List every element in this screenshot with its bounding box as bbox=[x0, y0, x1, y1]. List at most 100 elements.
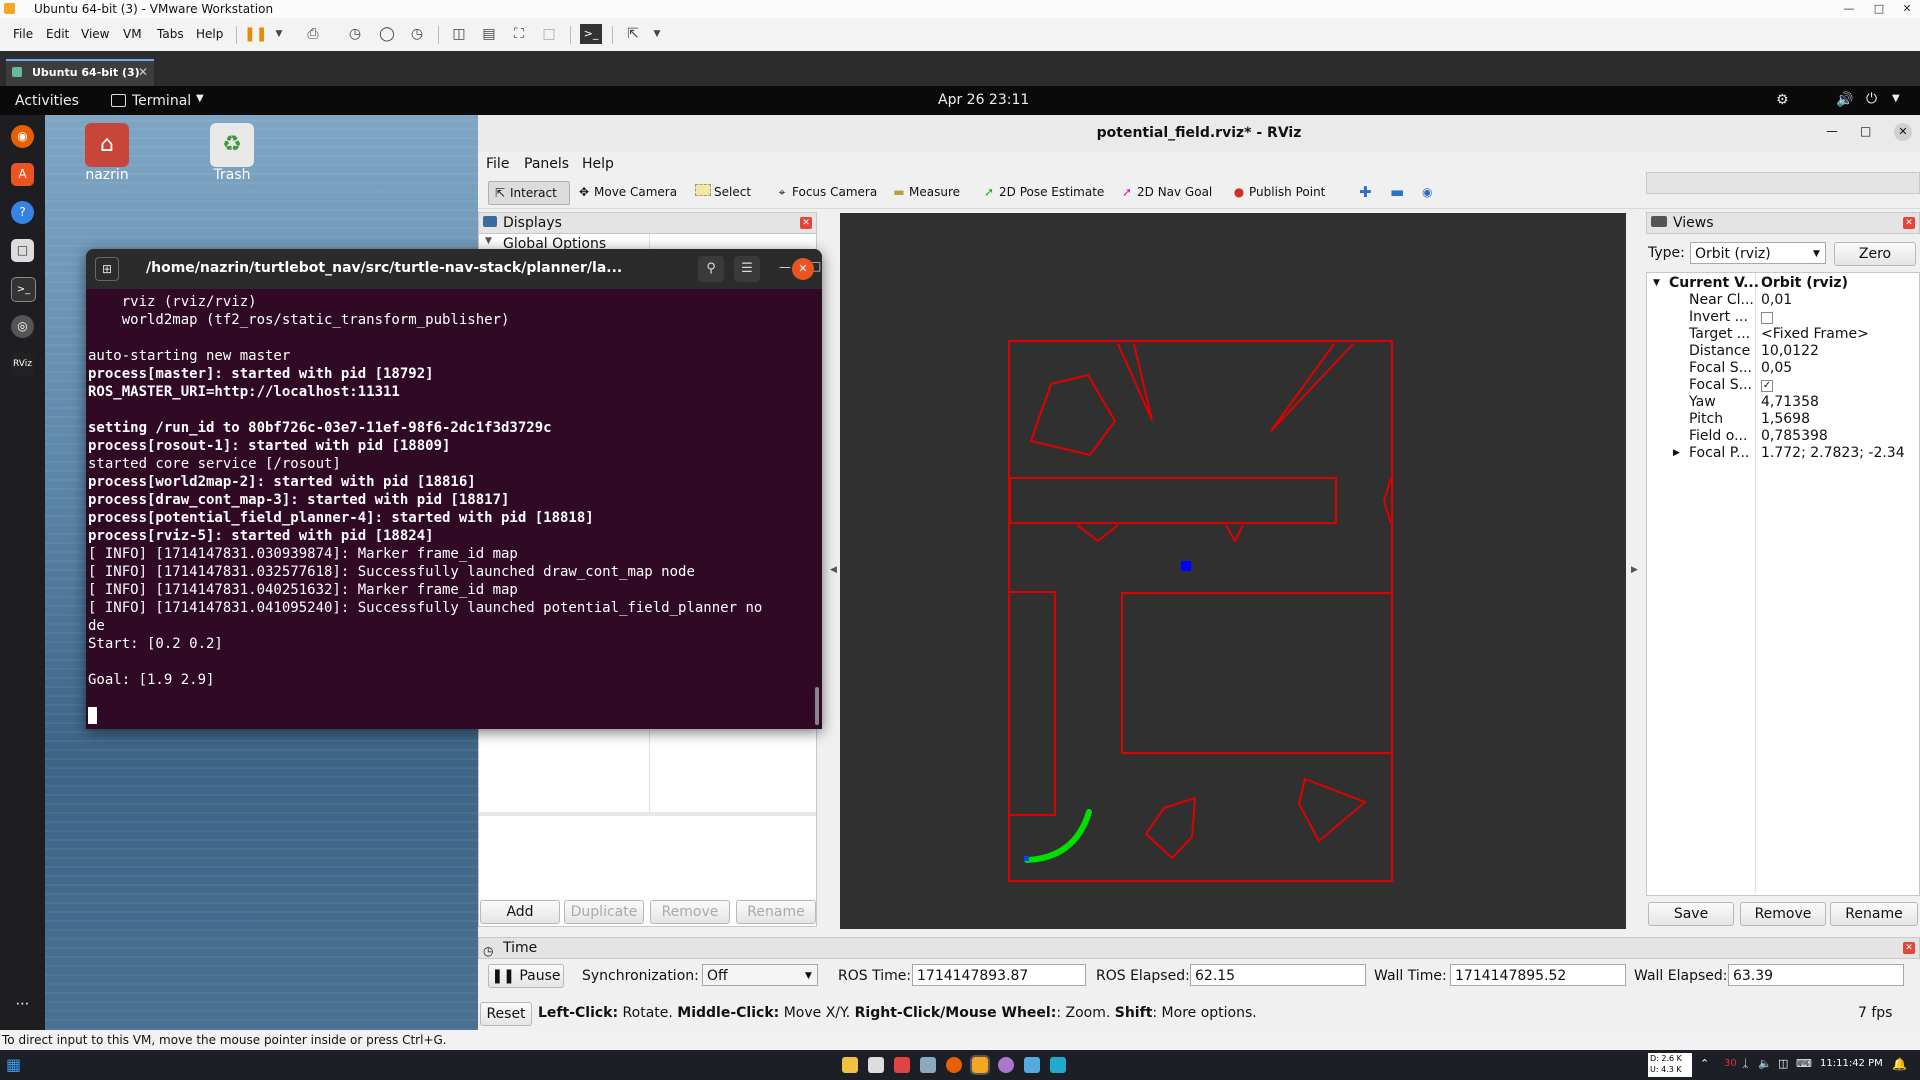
expand-arrow-icon[interactable]: ▶ bbox=[1673, 445, 1680, 462]
desktop-icon-home[interactable]: ⌂ nazrin bbox=[77, 123, 137, 183]
full-screen-icon[interactable]: ⛶ bbox=[508, 24, 530, 44]
library-view-icon[interactable]: ◫ bbox=[448, 24, 470, 44]
rename-display-button[interactable]: Rename bbox=[736, 900, 816, 924]
app-icon[interactable] bbox=[868, 1057, 884, 1073]
remove-display-button[interactable]: Remove bbox=[650, 900, 730, 924]
tray-overflow-chevron-icon[interactable]: ⌃ bbox=[1700, 1057, 1709, 1070]
bluetooth-icon[interactable]: ᛣ bbox=[1742, 1057, 1749, 1070]
property-row[interactable]: Target ... <Fixed Frame> bbox=[1647, 326, 1919, 343]
terminal-icon[interactable]: >_ bbox=[11, 277, 36, 302]
search-icon[interactable]: ⚲ bbox=[698, 256, 724, 282]
render-viewport[interactable] bbox=[840, 213, 1626, 929]
taskbar-clock[interactable]: 11:11:42 PM bbox=[1820, 1058, 1883, 1069]
send-ctrl-alt-del-icon[interactable]: ⎙ bbox=[302, 24, 324, 44]
property-row[interactable]: Field o... 0,785398 bbox=[1647, 428, 1919, 445]
edge-icon[interactable] bbox=[1050, 1057, 1066, 1073]
terminal-window[interactable]: ⊞ /home/nazrin/turtlebot_nav/src/turtle-… bbox=[86, 249, 822, 729]
add-tool-icon[interactable]: ✚ bbox=[1355, 181, 1376, 203]
collapse-right-icon[interactable]: ▶ bbox=[1631, 565, 1638, 575]
system-menu-chevron-icon[interactable]: ▼ bbox=[1892, 93, 1900, 104]
windows-start-icon[interactable]: ▦ bbox=[6, 1057, 22, 1073]
revert-snapshot-icon[interactable]: ◯ bbox=[376, 24, 398, 44]
views-header-row[interactable]: ▼ Current V... Orbit (rviz) bbox=[1647, 275, 1919, 292]
property-row[interactable]: Focal S... 0,05 bbox=[1647, 360, 1919, 377]
dropdown-icon[interactable]: ▼ bbox=[646, 24, 668, 44]
firefox-icon[interactable] bbox=[946, 1057, 962, 1073]
nav-goal-tool[interactable]: ➚ 2D Nav Goal bbox=[1116, 181, 1216, 203]
menu-help[interactable]: Help bbox=[196, 27, 223, 41]
rename-view-button[interactable]: Rename bbox=[1830, 902, 1918, 926]
app-menu-terminal[interactable]: Terminal bbox=[132, 93, 191, 109]
firefox-icon[interactable]: ◉ bbox=[11, 125, 34, 148]
pose-estimate-tool[interactable]: ➚ 2D Pose Estimate bbox=[978, 181, 1108, 203]
sync-select[interactable]: Off ▼ bbox=[702, 964, 818, 986]
property-row[interactable]: Near Cl... 0,01 bbox=[1647, 292, 1919, 309]
publish-point-tool[interactable]: ● Publish Point bbox=[1228, 181, 1329, 203]
move-camera-tool[interactable]: ✥ Move Camera bbox=[573, 181, 681, 203]
minimize-button[interactable]: — bbox=[779, 260, 791, 274]
volume-icon[interactable]: 🔊 bbox=[1836, 92, 1853, 108]
notification-bell-icon[interactable]: 🔔 bbox=[1892, 1057, 1907, 1071]
rviz-icon[interactable]: RViz bbox=[11, 353, 34, 376]
stretch-guest-icon[interactable]: ⇱ bbox=[622, 24, 644, 44]
vm-tab[interactable]: Ubuntu 64-bit (3) ✕ bbox=[6, 59, 154, 88]
pause-vm-icon[interactable]: ❚❚ bbox=[244, 24, 267, 44]
show-apps-icon[interactable]: ⋯ bbox=[11, 993, 34, 1016]
checked-checkbox[interactable]: ✓ bbox=[1761, 380, 1773, 392]
scrollbar[interactable] bbox=[815, 687, 819, 725]
collapse-left-icon[interactable]: ◀ bbox=[830, 565, 837, 575]
snapshot-icon[interactable]: ◷ bbox=[344, 24, 366, 44]
close-icon[interactable]: ✕ bbox=[1903, 942, 1915, 954]
menu-vm[interactable]: VM bbox=[123, 27, 142, 41]
maximize-button[interactable]: □ bbox=[1860, 124, 1871, 138]
dropdown-icon[interactable]: ▼ bbox=[268, 24, 290, 44]
help-icon[interactable]: ? bbox=[11, 201, 34, 224]
net-speed-widget[interactable]: D: 2.6 K U: 4.3 K bbox=[1648, 1053, 1692, 1077]
software-center-icon[interactable]: A bbox=[11, 163, 34, 186]
maximize-button[interactable]: □ bbox=[1866, 0, 1892, 18]
app-icon[interactable] bbox=[998, 1057, 1014, 1073]
tool-properties-icon[interactable]: ◉ bbox=[1418, 181, 1436, 203]
remove-tool-icon[interactable]: ▬ bbox=[1386, 181, 1408, 203]
close-button[interactable]: ✕ bbox=[1894, 123, 1912, 141]
select-tool[interactable]: Select bbox=[691, 181, 755, 203]
menu-edit[interactable]: Edit bbox=[46, 27, 69, 41]
add-display-button[interactable]: Add bbox=[480, 900, 560, 924]
expand-arrow-icon[interactable]: ▼ bbox=[485, 236, 492, 246]
property-row[interactable]: Pitch 1,5698 bbox=[1647, 411, 1919, 428]
menu-file[interactable]: File bbox=[486, 156, 509, 172]
menu-panels[interactable]: Panels bbox=[524, 156, 569, 172]
hamburger-menu-icon[interactable]: ☰ bbox=[734, 256, 760, 282]
tab-close-icon[interactable]: ✕ bbox=[138, 65, 148, 79]
menu-file[interactable]: File bbox=[13, 27, 33, 41]
property-row[interactable]: Focal S... ✓ bbox=[1647, 377, 1919, 394]
activities-button[interactable]: Activities bbox=[15, 93, 79, 109]
menu-view[interactable]: View bbox=[81, 27, 109, 41]
console-view-icon[interactable]: ▤ bbox=[478, 24, 500, 44]
close-icon[interactable]: ✕ bbox=[1903, 217, 1915, 229]
disc-icon[interactable]: ◎ bbox=[11, 315, 34, 338]
files-icon[interactable]: □ bbox=[11, 239, 34, 262]
wall-time-field[interactable]: 1714147895.52 bbox=[1450, 964, 1626, 986]
measure-tool[interactable]: ▬ Measure bbox=[888, 181, 964, 203]
views-property-tree[interactable]: ▼ Current V... Orbit (rviz) Near Cl... 0… bbox=[1646, 272, 1920, 896]
unity-icon[interactable]: □ bbox=[538, 24, 560, 44]
network-icon[interactable]: ◫ bbox=[1778, 1057, 1788, 1070]
minimize-button[interactable]: — bbox=[1836, 0, 1862, 18]
property-row[interactable]: Invert ... bbox=[1647, 309, 1919, 326]
invert-checkbox[interactable] bbox=[1761, 312, 1773, 324]
property-row[interactable]: Yaw 4,71358 bbox=[1647, 394, 1919, 411]
notepad-icon[interactable] bbox=[1024, 1057, 1040, 1073]
interact-tool[interactable]: ⇱ Interact bbox=[488, 181, 570, 205]
wall-elapsed-field[interactable]: 63.39 bbox=[1728, 964, 1904, 986]
app-icon[interactable] bbox=[894, 1057, 910, 1073]
close-button[interactable]: ✕ bbox=[792, 258, 814, 280]
close-icon[interactable]: ✕ bbox=[800, 217, 812, 229]
keyboard-icon[interactable]: ⌨ bbox=[1796, 1057, 1812, 1070]
remove-view-button[interactable]: Remove bbox=[1740, 902, 1826, 926]
property-row[interactable]: Distance 10,0122 bbox=[1647, 343, 1919, 360]
terminal-console-icon[interactable]: >_ bbox=[580, 24, 602, 44]
splitter[interactable] bbox=[479, 812, 816, 816]
menu-help[interactable]: Help bbox=[582, 156, 614, 172]
file-explorer-icon[interactable] bbox=[842, 1057, 858, 1073]
